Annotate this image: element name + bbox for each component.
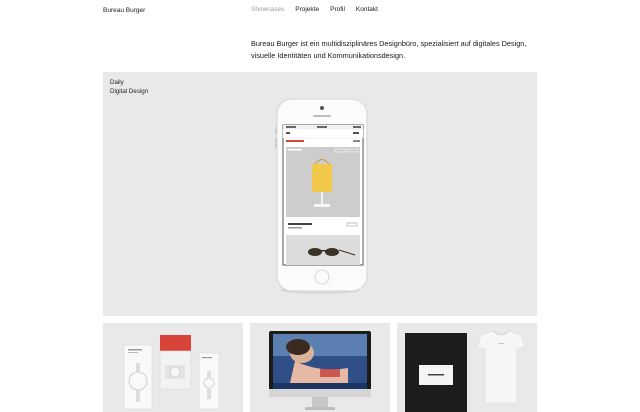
site-logo[interactable]: Bureau Burger [103, 7, 145, 14]
nav-item-projekte[interactable]: Projekte [295, 6, 319, 13]
showcase-thumb-packaging[interactable] [103, 323, 243, 412]
print-merch-image [405, 330, 526, 412]
phone-mockup-image [275, 98, 368, 294]
nav-item-showcases[interactable]: Showcases [251, 6, 284, 13]
monitor-image [269, 331, 371, 410]
showcase-thumb-print[interactable] [397, 323, 537, 412]
intro-text: Bureau Burger ist ein multidisziplinäres… [251, 39, 527, 60]
main-nav: Showcases Projekte Profil Kontakt [251, 6, 378, 13]
showcase-hero-tile[interactable]: Daily Digital Design [103, 72, 537, 316]
nav-item-profil[interactable]: Profil [330, 6, 345, 13]
showcase-thumb-monitor[interactable] [250, 323, 390, 412]
nav-item-kontakt[interactable]: Kontakt [356, 6, 378, 13]
packaging-image [123, 335, 220, 410]
